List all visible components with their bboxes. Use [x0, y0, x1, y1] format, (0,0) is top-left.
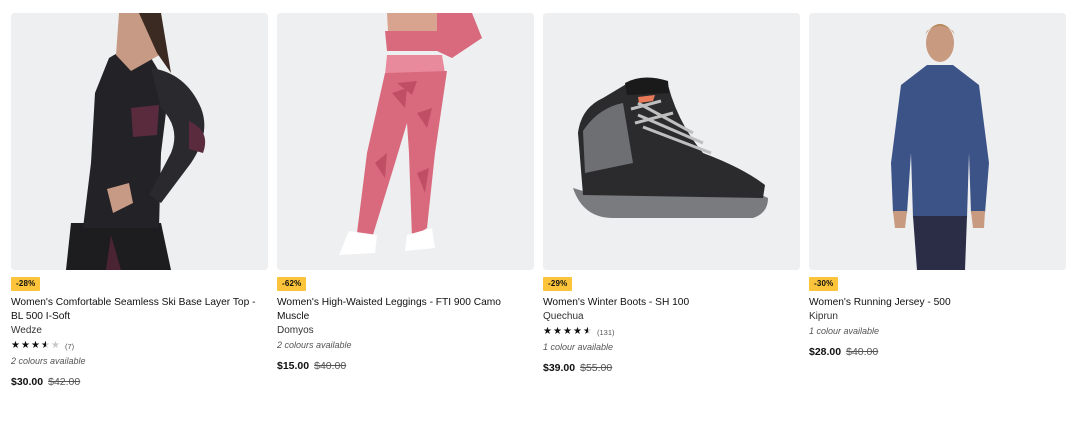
- product-title[interactable]: Women's Comfortable Seamless Ski Base La…: [11, 296, 268, 324]
- discount-badge: -62%: [277, 277, 307, 291]
- product-image[interactable]: [809, 13, 1066, 270]
- colour-availability: 1 colour available: [543, 342, 614, 352]
- discount-badge: -28%: [11, 277, 41, 291]
- current-price: $39.00: [543, 362, 576, 374]
- current-price: $30.00: [11, 376, 44, 388]
- price-row: $39.00 $55.00: [543, 362, 800, 374]
- original-price: $42.00: [48, 376, 81, 388]
- colour-availability: 1 colour available: [809, 326, 880, 336]
- star-full-icon: ★: [31, 340, 40, 351]
- star-full-icon: ★: [11, 340, 20, 351]
- current-price: $28.00: [809, 346, 842, 358]
- star-full-icon: ★: [573, 326, 582, 337]
- star-half-icon: ★: [41, 340, 50, 351]
- product-card[interactable]: -29% Women's Winter Boots - SH 100 Quech…: [543, 13, 800, 374]
- rating-stars: ★ ★ ★ ★ ★: [11, 340, 61, 352]
- product-card[interactable]: -30% Women's Running Jersey - 500 Kiprun…: [809, 13, 1066, 358]
- product-rating: ★ ★ ★ ★ ★ (131): [543, 324, 800, 340]
- product-brand: Wedze: [11, 325, 42, 336]
- price-row: $30.00 $42.00: [11, 376, 268, 388]
- product-title[interactable]: Women's High-Waisted Leggings - FTI 900 …: [277, 296, 534, 324]
- product-image[interactable]: [543, 13, 800, 270]
- star-empty-icon: ★: [51, 340, 60, 351]
- product-brand: Domyos: [277, 325, 314, 336]
- review-count: (131): [597, 327, 615, 337]
- pink-camo-leggings-image: [277, 13, 534, 270]
- rating-stars: ★ ★ ★ ★ ★: [543, 326, 593, 338]
- star-full-icon: ★: [543, 326, 552, 337]
- price-row: $15.00 $40.00: [277, 360, 534, 372]
- product-title[interactable]: Women's Winter Boots - SH 100: [543, 296, 800, 310]
- product-grid: -28% Women's Comfortable Seamless Ski Ba…: [0, 0, 1080, 424]
- black-winter-boot-image: [543, 13, 800, 270]
- product-card[interactable]: -62% Women's High-Waisted Leggings - FTI…: [277, 13, 534, 372]
- product-title[interactable]: Women's Running Jersey - 500: [809, 296, 1066, 310]
- colour-availability: 2 colours available: [11, 356, 86, 366]
- review-count: (7): [65, 341, 75, 351]
- original-price: $40.00: [846, 346, 879, 358]
- star-full-icon: ★: [563, 326, 572, 337]
- star-half-icon: ★: [583, 326, 592, 337]
- colour-availability: 2 colours available: [277, 340, 352, 350]
- price-row: $28.00 $40.00: [809, 346, 1066, 358]
- product-image[interactable]: [277, 13, 534, 270]
- current-price: $15.00: [277, 360, 310, 372]
- original-price: $55.00: [580, 362, 613, 374]
- blue-running-jersey-image: [809, 13, 1066, 270]
- discount-badge: -29%: [543, 277, 573, 291]
- product-brand: Kiprun: [809, 311, 838, 322]
- product-image[interactable]: [11, 13, 268, 270]
- discount-badge: -30%: [809, 277, 839, 291]
- product-card[interactable]: -28% Women's Comfortable Seamless Ski Ba…: [11, 13, 268, 388]
- black-base-layer-top-image: [11, 13, 268, 270]
- star-full-icon: ★: [553, 326, 562, 337]
- star-full-icon: ★: [21, 340, 30, 351]
- product-brand: Quechua: [543, 311, 584, 322]
- original-price: $40.00: [314, 360, 347, 372]
- product-rating: ★ ★ ★ ★ ★ (7): [11, 338, 268, 354]
